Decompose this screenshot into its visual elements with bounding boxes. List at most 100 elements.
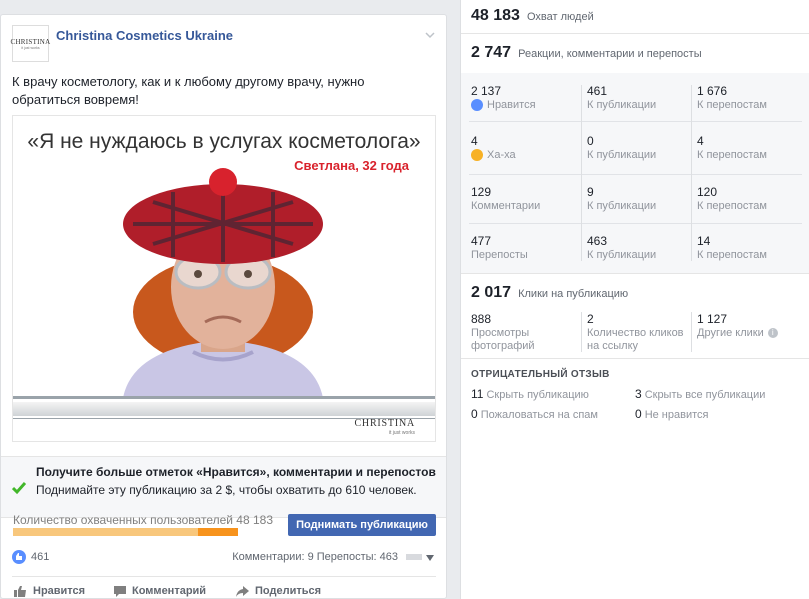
stat-value: 463 xyxy=(587,234,608,248)
share-icon xyxy=(236,585,249,597)
stat-label: К перепостам xyxy=(697,200,767,212)
neg-value: 0 xyxy=(471,407,478,421)
like-badge-icon[interactable] xyxy=(12,550,26,564)
comment-action-button[interactable]: Комментарий xyxy=(114,585,206,597)
stat-value: 9 xyxy=(587,185,594,199)
stat-value: 1 127 xyxy=(697,312,728,326)
stat-haha-shares: 4 К перепостам xyxy=(697,134,802,161)
comments-shares-count[interactable]: Комментарии: 9 Перепосты: 463 xyxy=(232,551,398,563)
boost-subtitle: Поднимайте эту публикацию за 2 $, чтобы … xyxy=(36,483,417,497)
image-stripe-top xyxy=(13,396,435,399)
post-card: CHRISTINA it just works Christina Cosmet… xyxy=(0,14,447,599)
elderly-woman-illustration xyxy=(123,168,323,398)
stat-label: К перепостам xyxy=(697,149,767,161)
divider xyxy=(461,273,809,274)
negative-feedback-title: ОТРИЦАТЕЛЬНЫЙ ОТЗЫВ xyxy=(471,369,610,380)
stat-label: Комментарии xyxy=(471,200,541,212)
divider xyxy=(461,33,809,34)
stat-value: 4 xyxy=(697,134,704,148)
grid-divider xyxy=(469,223,802,224)
stat-label: К публикации xyxy=(587,149,657,161)
comment-icon xyxy=(114,585,126,597)
negative-hide-all: 3 Скрыть все публикации xyxy=(635,387,765,401)
stat-haha-total: 4 Ха-ха xyxy=(471,134,576,161)
reach-progress-bar xyxy=(13,528,238,536)
reach-progress-fill xyxy=(197,528,238,536)
stat-label: Перепосты xyxy=(471,249,528,261)
negative-unlike: 0 Не нравится xyxy=(635,407,708,421)
grid-divider xyxy=(469,174,802,175)
stat-label: Другие клики xyxy=(697,327,764,339)
stat-value: 477 xyxy=(471,234,492,248)
stat-other-clicks: 1 127 Другие клики i xyxy=(697,312,807,340)
boost-suggestion: Получите больше отметок «Нравится», комм… xyxy=(1,456,446,518)
image-quote: «Я не нуждаюсь в услугах косметолога» xyxy=(27,130,421,153)
stat-likes-total: 2 137 Нравится xyxy=(471,84,576,111)
image-slogan: it just works xyxy=(388,430,415,436)
stat-haha-post: 0 К публикации xyxy=(587,134,692,161)
page-name-link[interactable]: Christina Cosmetics Ukraine xyxy=(56,28,233,43)
thumbs-up-icon xyxy=(14,586,26,597)
stat-value: 129 xyxy=(471,185,492,199)
post-header: CHRISTINA it just works Christina Cosmet… xyxy=(10,25,436,65)
stat-photo-views: 888 Просмотры фотографий xyxy=(471,312,581,353)
stat-value: 461 xyxy=(587,84,608,98)
stat-value: 2 xyxy=(587,312,594,326)
post-text: К врачу косметологу, как и к любому друг… xyxy=(12,74,365,107)
clicks-value: 2 017 xyxy=(471,284,512,301)
stat-comments-total: 129 Комментарии xyxy=(471,185,576,212)
engagement-value: 2 747 xyxy=(471,44,512,61)
page-avatar[interactable]: CHRISTINA it just works xyxy=(10,25,51,62)
grid-vertical-divider xyxy=(581,85,582,261)
stat-value: 0 xyxy=(587,134,594,148)
stat-value: 4 xyxy=(471,134,478,148)
stat-likes-shares: 1 676 К перепостам xyxy=(697,84,802,111)
clicks-label: Клики на публикацию xyxy=(518,288,629,300)
reach-label: Количество охваченных пользователей 48 1… xyxy=(13,513,274,527)
info-icon[interactable]: i xyxy=(767,328,778,339)
reach-summary-label: Охват людей xyxy=(527,11,594,23)
stat-label: К перепостам xyxy=(697,249,767,261)
neg-label: Скрыть публикацию xyxy=(486,389,589,401)
stat-label: Количество кликов на ссылку xyxy=(587,327,684,352)
neg-value: 3 xyxy=(635,387,642,401)
clicks-summary: 2 017 Клики на публикацию xyxy=(471,284,628,302)
reach-summary: 48 183 Охват людей xyxy=(471,7,594,25)
negative-hide-post: 11 Скрыть публикацию xyxy=(471,387,589,401)
neg-value: 0 xyxy=(635,407,642,421)
stat-label: К перепостам xyxy=(697,99,767,111)
stat-label: Ха-ха xyxy=(487,149,516,161)
engagement-summary: 2 747 Реакции, комментарии и перепосты xyxy=(471,44,702,62)
neg-label: Не нравится xyxy=(644,409,709,421)
like-action-label: Нравится xyxy=(33,585,86,597)
stat-shares-shares: 14 К перепостам xyxy=(697,234,802,261)
engagement-label: Реакции, комментарии и перепосты xyxy=(518,48,702,60)
comment-action-label: Комментарий xyxy=(132,585,207,597)
avatar-brand: CHRISTINA xyxy=(10,37,51,46)
boost-title: Получите больше отметок «Нравится», комм… xyxy=(36,465,436,479)
grid-vertical-divider xyxy=(691,85,692,261)
like-icon xyxy=(471,99,483,111)
stat-shares-total: 477 Перепосты xyxy=(471,234,576,261)
like-count[interactable]: 461 xyxy=(31,551,49,563)
caret-down-icon[interactable] xyxy=(426,555,434,561)
like-action-button[interactable]: Нравится xyxy=(14,585,85,597)
stat-value: 888 xyxy=(471,312,492,326)
avatar-tagline: it just works xyxy=(21,45,40,50)
post-image[interactable]: «Я не нуждаюсь в услугах косметолога» Св… xyxy=(12,115,436,442)
stat-label: К публикации xyxy=(587,200,657,212)
viewer-avatar-icon[interactable] xyxy=(406,552,422,562)
stat-label: Просмотры фотографий xyxy=(471,327,535,352)
share-action-button[interactable]: Поделиться xyxy=(236,585,321,597)
boost-post-button[interactable]: Поднимать публикацию xyxy=(288,514,436,536)
stat-value: 120 xyxy=(697,185,718,199)
neg-label: Пожаловаться на спам xyxy=(480,409,598,421)
chevron-down-icon[interactable] xyxy=(424,29,436,41)
stat-likes-post: 461 К публикации xyxy=(587,84,692,111)
stat-label: К публикации xyxy=(587,249,657,261)
grid-divider xyxy=(469,121,802,122)
clicks-vertical-divider xyxy=(581,312,582,352)
image-stripe-middle xyxy=(13,402,435,416)
stat-value: 14 xyxy=(697,234,711,248)
insights-panel: 48 183 Охват людей 2 747 Реакции, коммен… xyxy=(460,0,809,599)
